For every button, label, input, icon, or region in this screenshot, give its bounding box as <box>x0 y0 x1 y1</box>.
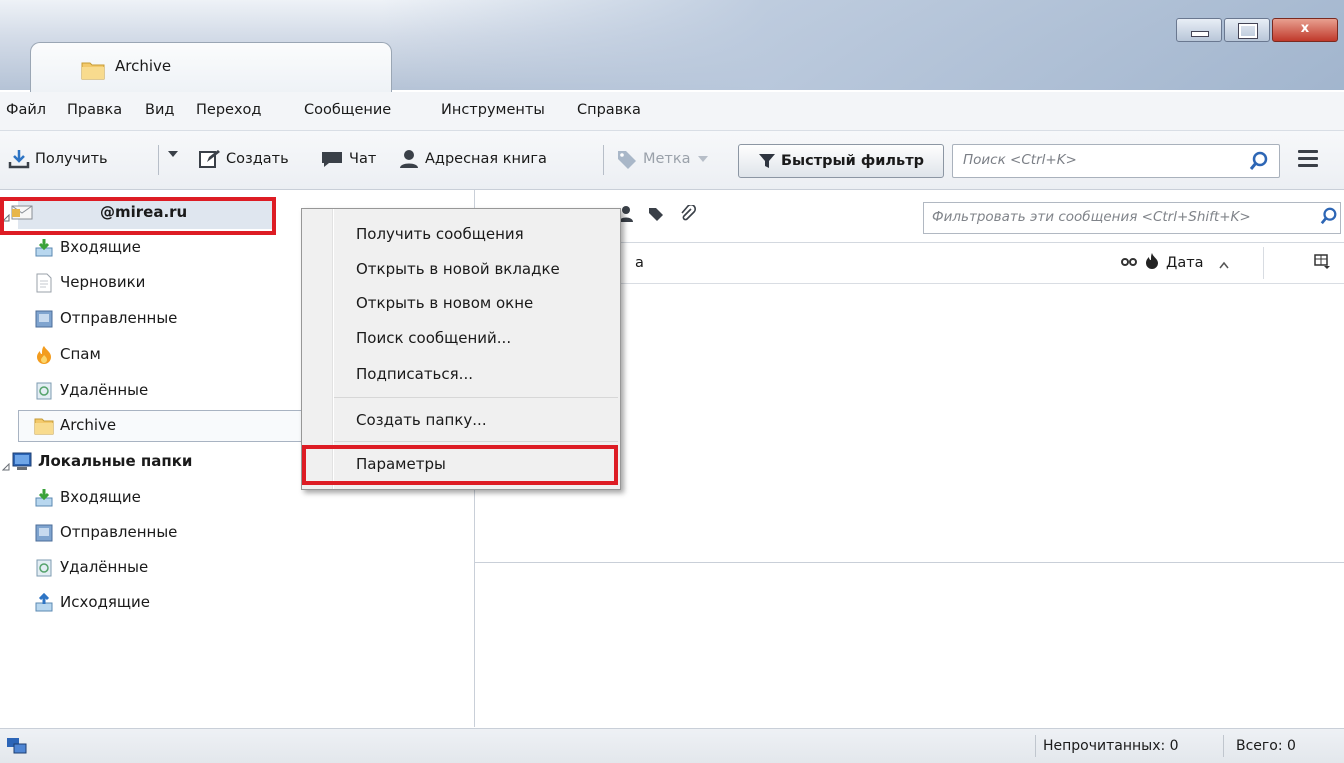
tag-button[interactable]: Метка <box>616 149 714 169</box>
local-outbox[interactable]: Исходящие <box>0 587 470 619</box>
tag-icon <box>618 151 636 169</box>
maximize-button[interactable] <box>1224 18 1270 42</box>
computer-icon <box>11 452 33 476</box>
download-icon <box>8 150 30 169</box>
highlight-account <box>0 197 276 235</box>
status-bar: Непрочитанных: 0 Всего: 0 <box>0 728 1344 763</box>
menu-item-open-new-tab[interactable]: Открыть в новой вкладке <box>356 260 560 278</box>
date-column[interactable]: Дата <box>1166 255 1204 271</box>
junk-status-icon[interactable] <box>1145 252 1159 274</box>
attachment-icon[interactable] <box>679 203 697 227</box>
expand-triangle-icon[interactable] <box>1 457 10 475</box>
menu-view[interactable]: Вид <box>145 102 174 118</box>
search-input[interactable]: Поиск <Ctrl+K> <box>952 144 1280 178</box>
title-bar: Archive x <box>0 0 1344 93</box>
inbox-icon <box>34 238 54 262</box>
folder-icon <box>81 59 105 85</box>
pencil-icon <box>199 150 220 168</box>
outbox-icon <box>34 592 54 617</box>
menu-bar: Файл Правка Вид Переход Сообщение Инстру… <box>0 92 1344 131</box>
menu-tools[interactable]: Инструменты <box>441 102 545 118</box>
menu-file[interactable]: Файл <box>6 102 46 118</box>
chevron-down-icon <box>697 156 708 162</box>
highlight-properties <box>302 445 618 485</box>
draft-icon <box>34 273 54 297</box>
status-divider <box>1035 735 1036 757</box>
menu-message[interactable]: Сообщение <box>304 102 391 118</box>
chat-button[interactable]: Чат <box>320 149 376 169</box>
column-divider <box>1263 247 1264 279</box>
tab-title: Archive <box>115 57 172 75</box>
get-messages-dropdown[interactable] <box>167 149 184 159</box>
title-bar-glass <box>380 0 1344 90</box>
search-icon <box>1318 207 1338 229</box>
menu-edit[interactable]: Правка <box>67 102 122 118</box>
close-button[interactable]: x <box>1272 18 1338 42</box>
toolbar-separator <box>158 145 159 175</box>
context-menu: Получить сообщения Открыть в новой вклад… <box>301 208 621 490</box>
online-status-icon[interactable] <box>6 736 28 760</box>
search-icon[interactable] <box>1249 151 1269 175</box>
status-divider <box>1223 735 1224 757</box>
minimize-button[interactable] <box>1176 18 1222 42</box>
local-sent[interactable]: Отправленные <box>0 517 470 549</box>
menu-separator <box>334 397 618 398</box>
app-menu-icon[interactable] <box>1298 146 1318 171</box>
sort-ascending-icon <box>1219 257 1229 273</box>
address-book-button[interactable]: Адресная книга <box>398 149 547 169</box>
filter-messages-input[interactable]: Фильтровать эти сообщения <Ctrl+Shift+K> <box>923 202 1341 234</box>
window-controls: x <box>1174 18 1338 42</box>
folder-icon <box>34 416 54 440</box>
flame-icon <box>34 345 54 369</box>
quick-filter-button[interactable]: Быстрый фильтр <box>738 144 944 178</box>
trash-icon <box>34 381 54 405</box>
trash-icon <box>34 558 54 582</box>
tag-filter-icon[interactable] <box>647 205 665 227</box>
read-status-icon[interactable] <box>1121 254 1137 274</box>
menu-item-subscribe[interactable]: Подписаться... <box>356 365 473 383</box>
local-trash[interactable]: Удалённые <box>0 552 470 584</box>
subject-column[interactable]: а <box>635 255 644 271</box>
sent-icon <box>34 523 54 547</box>
chat-bubble-icon <box>322 152 342 167</box>
inbox-icon <box>34 488 54 512</box>
menu-item-open-new-window[interactable]: Открыть в новом окне <box>356 294 533 312</box>
sent-icon <box>34 309 54 333</box>
menu-help[interactable]: Справка <box>577 102 641 118</box>
chevron-down-icon <box>168 151 178 157</box>
main-toolbar: Получить Создать Чат Адресная книга Метк… <box>0 131 1344 190</box>
menu-item-get-messages[interactable]: Получить сообщения <box>356 225 524 243</box>
person-icon <box>400 150 418 168</box>
menu-separator <box>334 441 618 442</box>
menu-item-search-messages[interactable]: Поиск сообщений... <box>356 329 511 347</box>
funnel-icon <box>759 154 775 168</box>
column-picker-icon[interactable] <box>1314 254 1330 274</box>
total-count: Всего: 0 <box>1236 738 1296 754</box>
message-preview-pane <box>475 563 1344 727</box>
write-button[interactable]: Создать <box>199 149 289 169</box>
unread-count: Непрочитанных: 0 <box>1043 738 1179 754</box>
get-messages-button[interactable]: Получить <box>8 149 108 169</box>
toolbar-separator <box>603 145 604 175</box>
menu-item-new-folder[interactable]: Создать папку... <box>356 411 487 429</box>
tab-archive[interactable]: Archive <box>30 42 392 93</box>
menu-go[interactable]: Переход <box>196 102 261 118</box>
